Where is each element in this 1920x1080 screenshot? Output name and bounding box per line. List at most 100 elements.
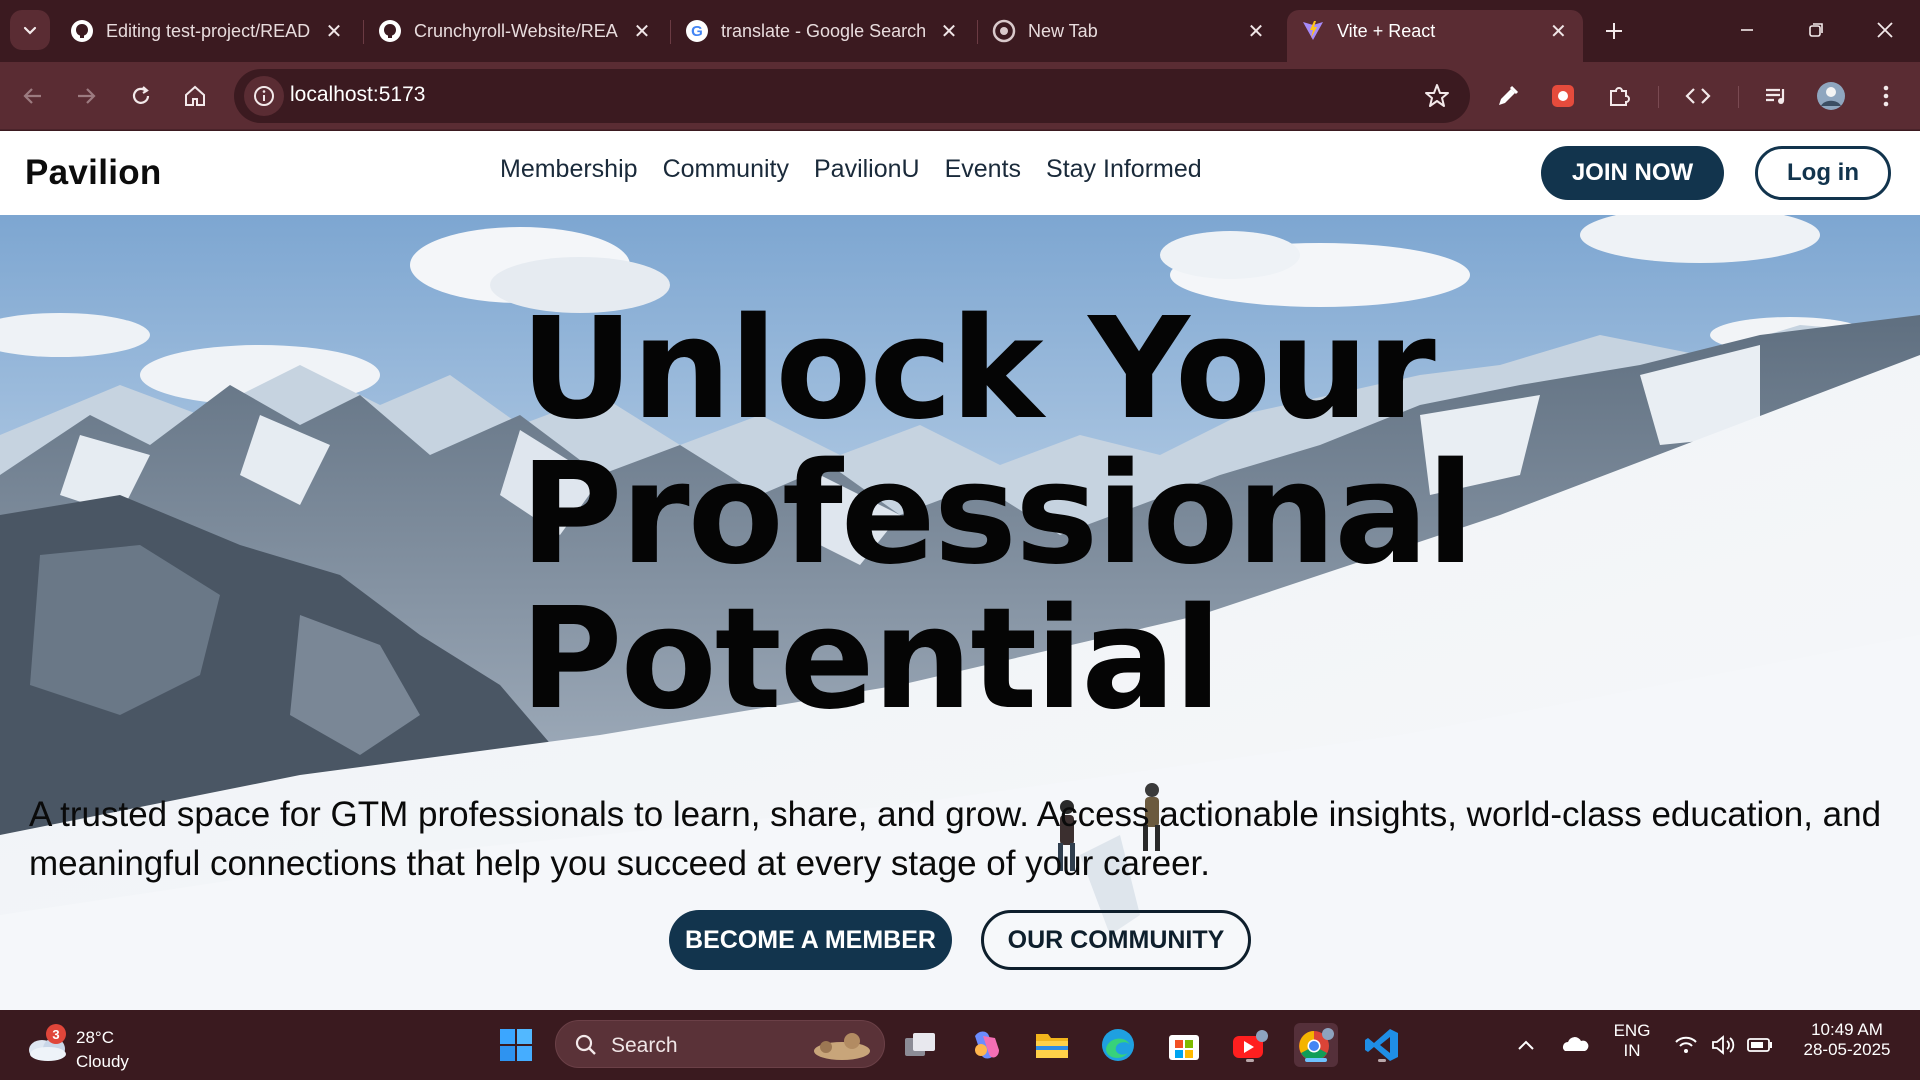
address-bar[interactable]: localhost:5173 [234, 69, 1470, 123]
reload-icon [132, 86, 150, 104]
become-member-button[interactable]: BECOME A MEMBER [669, 910, 952, 970]
svg-text:G: G [691, 23, 703, 40]
main-nav: Membership Community PavilionU Events St… [500, 155, 1202, 184]
tab-title: Editing test-project/README [106, 20, 311, 41]
puzzle-icon [1610, 87, 1630, 106]
close-icon[interactable]: ✕ [938, 20, 960, 43]
copilot-icon [975, 1031, 999, 1059]
active-indicator [1305, 1058, 1327, 1062]
task-view-button[interactable] [898, 1023, 942, 1067]
more-vertical-icon [1883, 85, 1889, 107]
nav-link-events[interactable]: Events [945, 155, 1021, 184]
join-now-button[interactable]: JOIN NOW [1541, 146, 1724, 200]
close-icon[interactable]: ✕ [1548, 20, 1569, 43]
profile-button[interactable] [1813, 78, 1849, 114]
color-picker-extension[interactable] [1490, 78, 1526, 114]
google-icon: G [685, 19, 709, 43]
brand-logo[interactable]: Pavilion [25, 153, 162, 193]
tab-title: translate - Google Search [721, 20, 926, 41]
home-button[interactable] [177, 78, 213, 114]
battery-status[interactable] [1742, 1023, 1778, 1067]
vscode-app[interactable] [1360, 1023, 1404, 1067]
tab-search-button[interactable] [10, 10, 50, 50]
extension-red-button[interactable] [1545, 78, 1581, 114]
onedrive-icon-button[interactable] [1553, 1023, 1597, 1067]
weather-condition: Cloudy [76, 1052, 129, 1071]
copilot-app[interactable] [964, 1023, 1008, 1067]
reload-button[interactable] [123, 78, 159, 114]
search-icon [575, 1034, 596, 1055]
weather-widget[interactable]: 3 28°C Cloudy [26, 1018, 166, 1072]
site-info-button[interactable] [244, 76, 284, 116]
language-code: ENG [1613, 1021, 1651, 1040]
extensions-button[interactable] [1601, 78, 1637, 114]
microsoft-store-app[interactable] [1162, 1023, 1206, 1067]
clock-time: 10:49 AM [1811, 1020, 1883, 1039]
volume-status[interactable] [1706, 1023, 1742, 1067]
bookmark-star-icon[interactable] [1424, 83, 1450, 109]
file-explorer-app[interactable] [1030, 1023, 1074, 1067]
devtools-button[interactable] [1680, 78, 1716, 114]
store-icon [1169, 1035, 1199, 1060]
tab-editing-readme[interactable]: Editing test-project/README ✕ [56, 10, 359, 52]
tab-title: New Tab [1028, 20, 1098, 41]
eyedropper-icon [1499, 85, 1519, 105]
show-hidden-icons-button[interactable] [1504, 1023, 1548, 1067]
site-header: Pavilion Membership Community PavilionU … [0, 131, 1920, 215]
chrome-app[interactable] [1294, 1023, 1338, 1067]
close-window-button[interactable] [1863, 12, 1907, 48]
clock-date: 28-05-2025 [1803, 1040, 1891, 1059]
our-community-button[interactable]: OUR COMMUNITY [981, 910, 1251, 970]
headline-line-3: Potential [520, 578, 1222, 741]
start-button[interactable] [494, 1023, 538, 1067]
language-region: IN [1623, 1041, 1641, 1060]
tab-title: Crunchyroll-Website/README [414, 20, 619, 41]
taskbar-search[interactable]: Search [555, 1020, 885, 1068]
info-icon [254, 86, 274, 106]
vscode-icon [1365, 1029, 1398, 1061]
edge-icon [1102, 1029, 1134, 1061]
browser-menu-button[interactable] [1868, 78, 1904, 114]
weather-alert-badge: 3 [46, 1024, 66, 1044]
nav-link-community[interactable]: Community [663, 155, 789, 184]
github-icon [378, 19, 402, 43]
taskbar-search-label: Search [611, 1034, 678, 1057]
minimize-icon [1741, 29, 1753, 31]
chevron-up-icon [1518, 1040, 1534, 1050]
tab-crunchyroll-readme[interactable]: Crunchyroll-Website/README ✕ [364, 10, 667, 52]
code-icon [1685, 88, 1711, 104]
media-controls-button[interactable] [1758, 78, 1794, 114]
minimize-button[interactable] [1725, 12, 1769, 48]
close-icon[interactable]: ✕ [631, 20, 653, 43]
tab-new-tab[interactable]: New Tab ✕ [978, 10, 1281, 52]
restore-button[interactable] [1794, 12, 1838, 48]
weather-temperature: 28°C [76, 1028, 114, 1047]
language-indicator[interactable]: ENG IN [1600, 1021, 1664, 1061]
nav-link-stay-informed[interactable]: Stay Informed [1046, 155, 1202, 184]
task-view-icon [905, 1033, 935, 1056]
edge-app[interactable] [1096, 1023, 1140, 1067]
clock[interactable]: 10:49 AM 28-05-2025 [1786, 1020, 1908, 1060]
forward-button[interactable] [68, 78, 104, 114]
wifi-status[interactable] [1668, 1023, 1704, 1067]
back-button[interactable] [15, 78, 51, 114]
tab-google-search[interactable]: G translate - Google Search ✕ [671, 10, 974, 52]
new-tab-button[interactable] [1597, 14, 1631, 48]
battery-icon [1747, 1038, 1772, 1052]
login-button[interactable]: Log in [1755, 146, 1891, 200]
windows-taskbar: 3 28°C Cloudy Search ENG IN 10:49 AM 28-… [0, 1010, 1920, 1080]
close-icon[interactable]: ✕ [1245, 20, 1267, 43]
nav-link-pavilionu[interactable]: PavilionU [814, 155, 920, 184]
avatar-icon [1817, 82, 1845, 110]
tab-vite-react[interactable]: Vite + React ✕ [1287, 10, 1583, 62]
url-text[interactable]: localhost:5173 [290, 83, 425, 107]
close-icon[interactable]: ✕ [323, 20, 345, 43]
hero-section: Unlock Your Professional Potential A tru… [0, 215, 1920, 1010]
tab-strip: Editing test-project/README ✕ Crunchyrol… [0, 0, 1920, 62]
nav-link-membership[interactable]: Membership [500, 155, 638, 184]
hero-subtext: A trusted space for GTM professionals to… [29, 795, 1882, 883]
chrome-icon [992, 19, 1016, 43]
youtube-app[interactable] [1228, 1023, 1272, 1067]
arrow-left-icon [23, 88, 41, 104]
chevron-down-icon [23, 26, 37, 35]
